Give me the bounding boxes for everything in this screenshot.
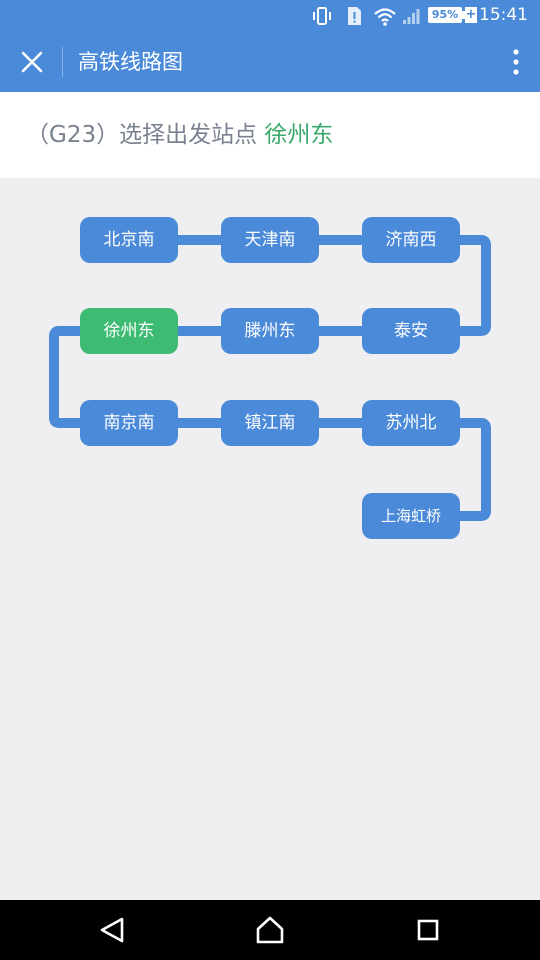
station-5[interactable]: 徐州东 bbox=[80, 308, 178, 354]
page-title: 高铁线路图 bbox=[78, 50, 183, 74]
station-2[interactable]: 济南西 bbox=[362, 217, 460, 263]
battery-icon: 95% bbox=[428, 7, 462, 23]
selected-station-label: 徐州东 bbox=[264, 122, 334, 148]
vibrate-icon bbox=[313, 7, 331, 25]
more-vert-icon[interactable] bbox=[506, 46, 526, 78]
station-prompt-header: （G23）选择出发站点 徐州东 bbox=[0, 92, 540, 178]
wifi-icon bbox=[374, 8, 396, 26]
home-icon[interactable] bbox=[250, 910, 290, 950]
station-0[interactable]: 北京南 bbox=[80, 217, 178, 263]
route-map: 北京南 天津南 济南西泰安 滕州东 徐州东南京南 镇江南 苏州北上海虹桥 bbox=[0, 178, 540, 900]
station-4[interactable]: 滕州东 bbox=[221, 308, 319, 354]
route-line bbox=[49, 235, 491, 521]
station-6[interactable]: 南京南 bbox=[80, 400, 178, 446]
recents-square-icon[interactable] bbox=[408, 910, 448, 950]
station-3[interactable]: 泰安 bbox=[362, 308, 460, 354]
charging-icon: + bbox=[465, 7, 477, 23]
app-bar-divider bbox=[62, 47, 63, 77]
station-9[interactable]: 上海虹桥 bbox=[362, 493, 460, 539]
notification-icon bbox=[348, 7, 361, 25]
status-bar: 95% + 15:41 bbox=[0, 0, 540, 32]
station-prompt: （G23）选择出发站点 徐州东 bbox=[26, 119, 333, 151]
signal-icon bbox=[403, 9, 420, 24]
station-7[interactable]: 镇江南 bbox=[221, 400, 319, 446]
station-8[interactable]: 苏州北 bbox=[362, 400, 460, 446]
station-prompt-text: （G23）选择出发站点 bbox=[26, 122, 265, 148]
system-nav-bar bbox=[0, 900, 540, 960]
station-1[interactable]: 天津南 bbox=[221, 217, 319, 263]
back-triangle-icon[interactable] bbox=[92, 910, 132, 950]
status-time: 15:41 bbox=[479, 5, 528, 25]
close-icon[interactable] bbox=[12, 42, 52, 82]
app-bar: 高铁线路图 bbox=[0, 32, 540, 92]
